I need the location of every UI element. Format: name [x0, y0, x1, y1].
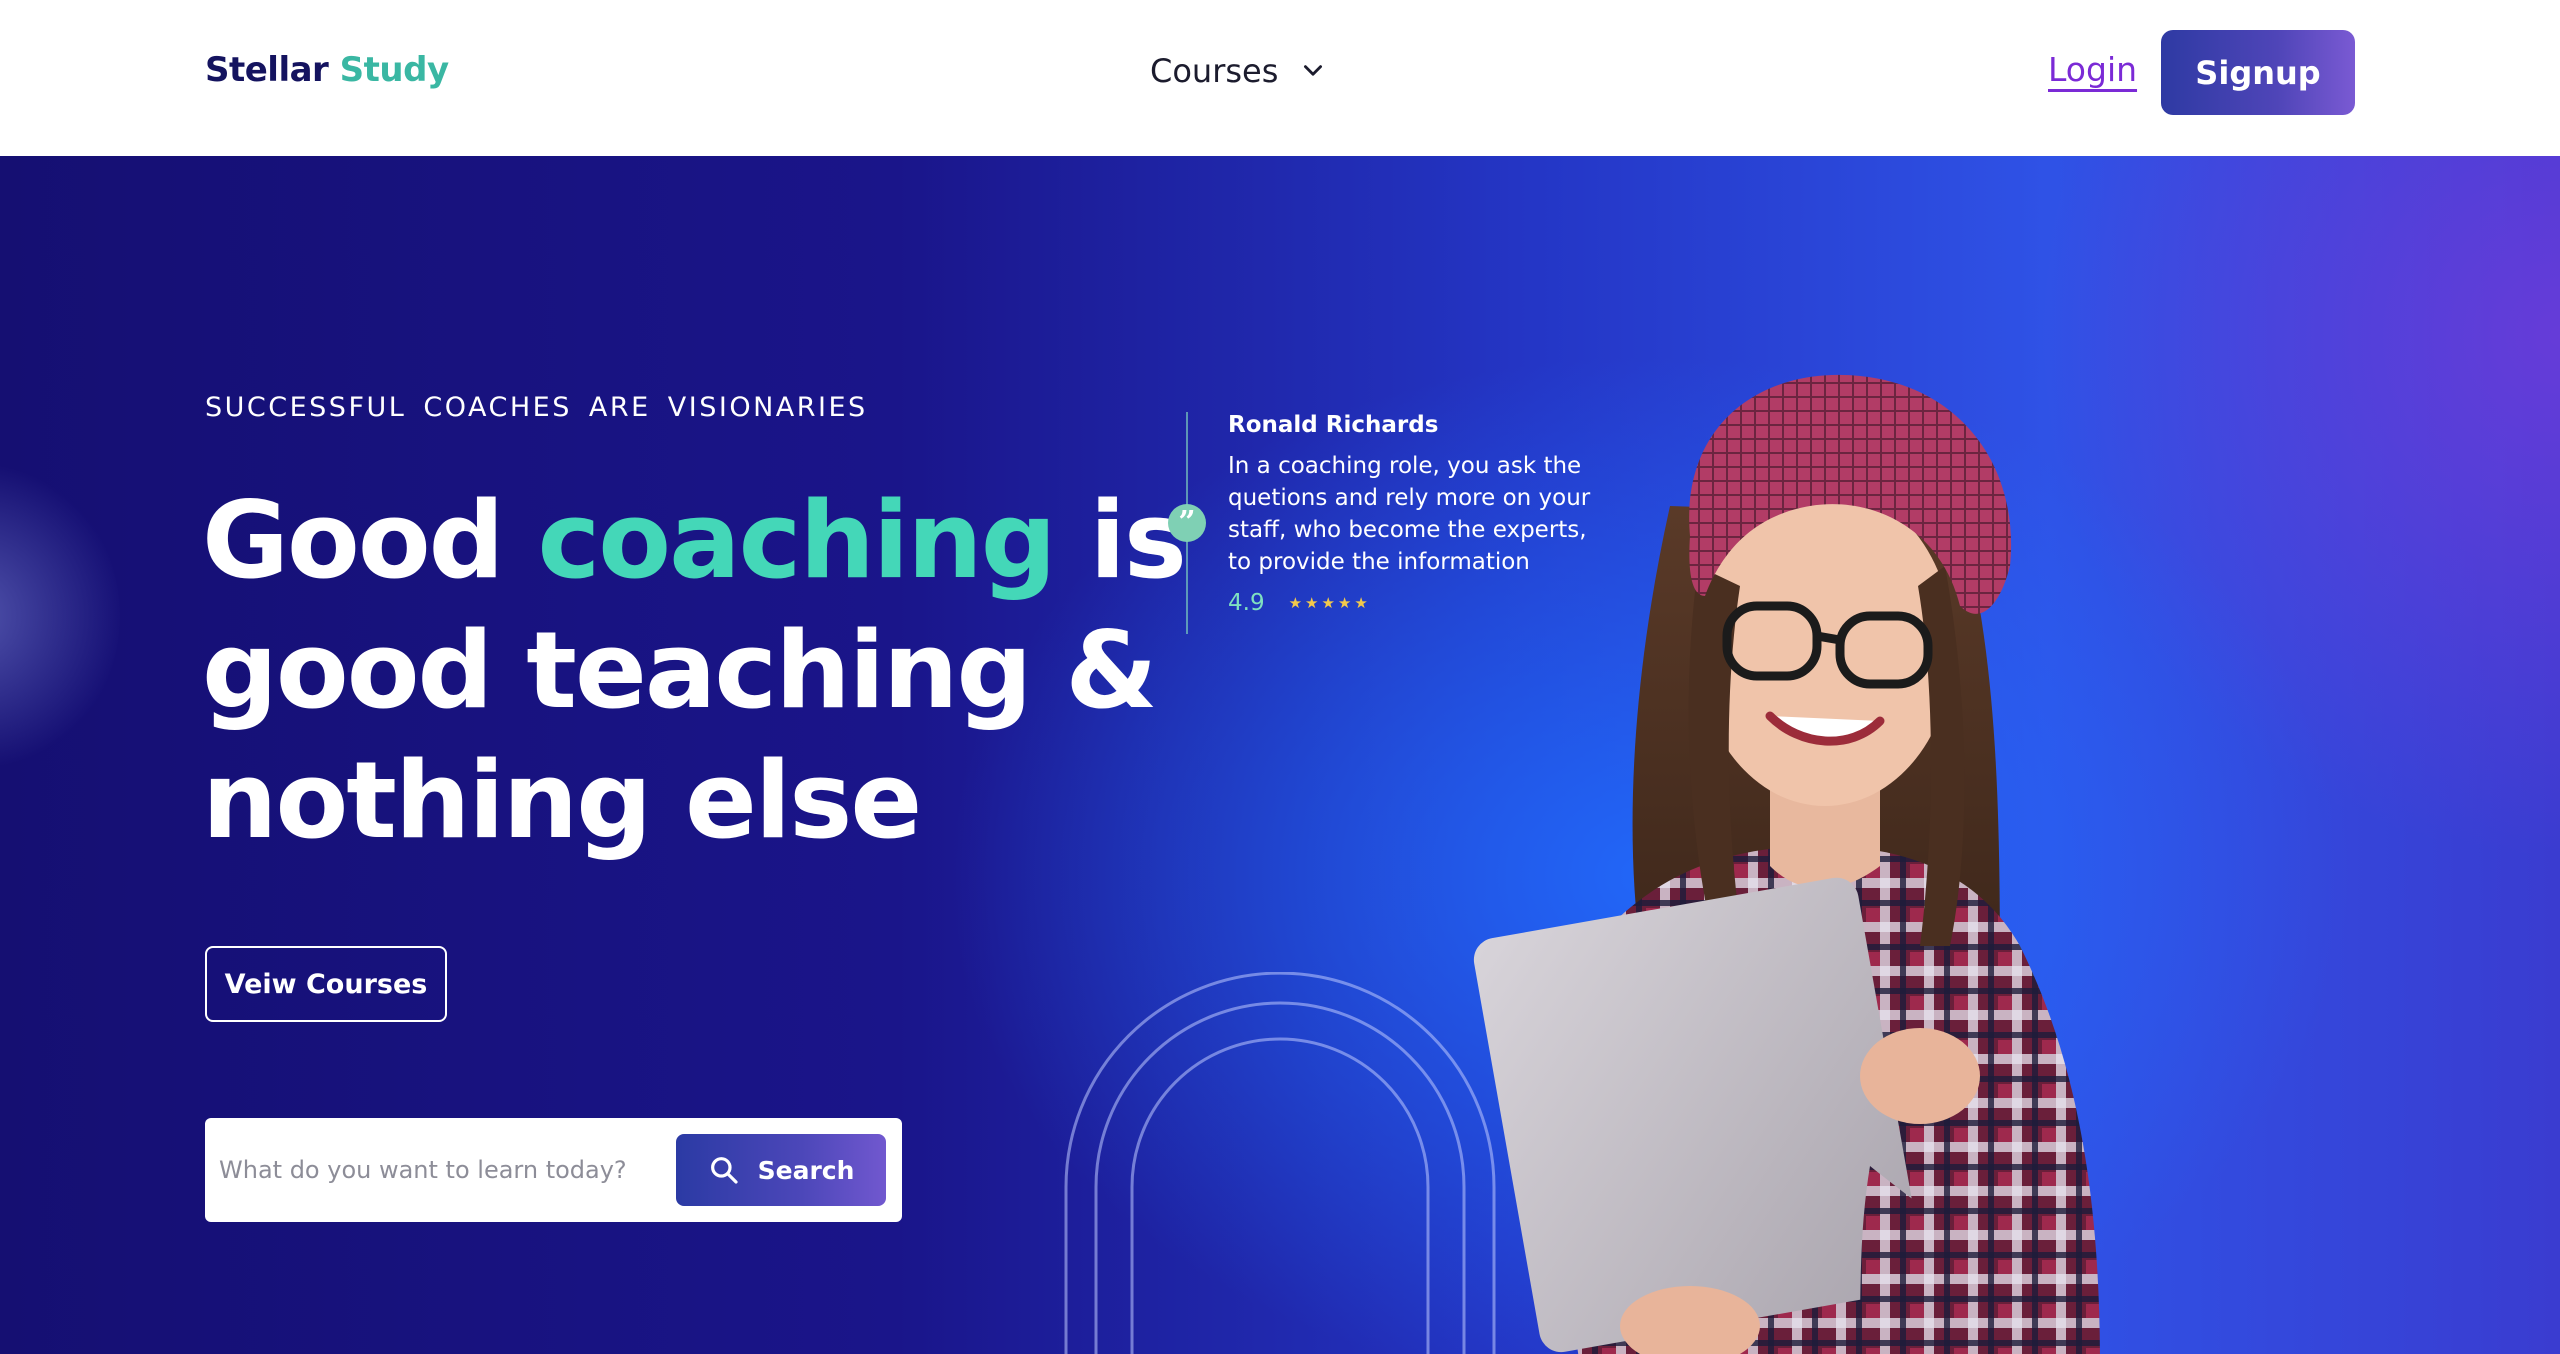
student-photo [1473, 374, 2100, 1354]
rating-value: 4.9 [1228, 590, 1265, 616]
search-button-label: Search [757, 1155, 855, 1185]
login-link[interactable]: Login [2048, 50, 2137, 89]
search-bar: Search [205, 1118, 902, 1222]
view-courses-button[interactable]: Veiw Courses [205, 946, 447, 1022]
search-input[interactable] [219, 1140, 669, 1200]
search-icon [710, 1157, 738, 1184]
decorative-arches [1064, 972, 1496, 1354]
star-icon: ★★★★★ [1288, 594, 1371, 612]
quote-icon: ” [1168, 504, 1206, 542]
headline-text-start: Good [202, 479, 538, 602]
headline-accent-word: coaching [537, 479, 1056, 602]
signup-button[interactable]: Signup [2161, 30, 2355, 115]
site-header: Stellar Study Courses Login Signup [0, 0, 2560, 156]
hero-eyebrow: SUCCESSFUL COACHES ARE VISIONARIES [205, 392, 868, 423]
courses-dropdown-label: Courses [1150, 52, 1279, 90]
logo[interactable]: Stellar Study [205, 50, 449, 90]
background-glow [0, 456, 120, 776]
hero-section: SUCCESSFUL COACHES ARE VISIONARIES Good … [0, 156, 2560, 1354]
courses-dropdown[interactable]: Courses [1150, 52, 1326, 90]
logo-text-stellar: Stellar [205, 50, 329, 90]
chevron-down-icon [1304, 65, 1323, 76]
logo-text-study: Study [339, 50, 449, 90]
search-button[interactable]: Search [676, 1134, 886, 1206]
hero-headline: Good coaching is good teaching & nothing… [202, 476, 1222, 866]
